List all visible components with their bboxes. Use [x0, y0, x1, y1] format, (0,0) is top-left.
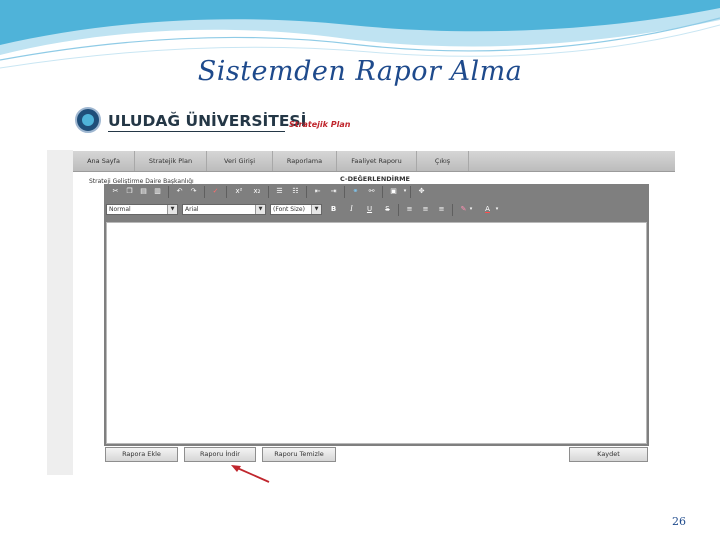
toolbar-separator [306, 186, 307, 198]
undo-icon[interactable]: ↶ [174, 186, 185, 197]
chevron-down-icon[interactable]: ▾ [468, 204, 474, 215]
strikethrough-button[interactable]: S [382, 204, 393, 215]
main-menu: Ana Sayfa Stratejik Plan Veri Girişi Rap… [73, 151, 675, 172]
toolbar-separator [168, 186, 169, 198]
toolbar-separator [410, 186, 411, 198]
underline-button[interactable]: U [364, 204, 375, 215]
rich-text-editor: ✂ ❐ ▤ ▥ ↶ ↷ ✓ x² x₂ ☰ ☷ ⇤ ⇥ ⚭ ⚯ ▣ ▾ ✥ No… [104, 184, 649, 446]
chevron-down-icon[interactable]: ▾ [494, 204, 500, 215]
font-select-value: Arial [185, 206, 199, 213]
app-subtitle: Stratejik Plan [289, 120, 351, 129]
image-icon[interactable]: ▣ [388, 186, 399, 197]
add-to-report-button[interactable]: Rapora Ekle [105, 447, 178, 462]
font-size-select-value: (Font Size) [273, 206, 305, 213]
paste-text-icon[interactable]: ▥ [152, 186, 163, 197]
unlink-icon[interactable]: ⚯ [366, 186, 377, 197]
align-right-icon[interactable]: ≡ [436, 204, 447, 215]
redo-icon[interactable]: ↷ [188, 186, 199, 197]
section-title: C-DEĞERLENDİRME [340, 175, 410, 183]
align-center-icon[interactable]: ≡ [420, 204, 431, 215]
link-icon[interactable]: ⚭ [350, 186, 361, 197]
page-number: 26 [672, 515, 686, 528]
font-size-select[interactable]: (Font Size) ▼ [270, 204, 322, 215]
cut-icon[interactable]: ✂ [110, 186, 121, 197]
toolbar-separator [204, 186, 205, 198]
slide-title: Sistemden Rapor Alma [197, 56, 523, 87]
menu-item-ana-sayfa[interactable]: Ana Sayfa [73, 151, 135, 171]
outdent-icon[interactable]: ⇤ [312, 186, 323, 197]
italic-button[interactable]: I [346, 204, 357, 215]
font-select[interactable]: Arial ▼ [182, 204, 266, 215]
unordered-list-icon[interactable]: ☷ [290, 186, 301, 197]
indent-icon[interactable]: ⇥ [328, 186, 339, 197]
format-select[interactable]: Normal ▼ [106, 204, 178, 215]
chevron-down-icon[interactable]: ▾ [402, 186, 408, 197]
toolbar-separator [344, 186, 345, 198]
save-button[interactable]: Kaydet [569, 447, 648, 462]
subscript-icon[interactable]: x₂ [250, 186, 264, 197]
format-select-value: Normal [109, 206, 131, 213]
toolbar-separator [398, 204, 399, 216]
download-report-button[interactable]: Raporu İndir [184, 447, 256, 462]
spellcheck-icon[interactable]: ✓ [210, 186, 221, 197]
university-seal-icon [75, 107, 101, 133]
brand-underline [108, 131, 285, 132]
editor-content-area[interactable] [106, 222, 647, 444]
chevron-down-icon: ▼ [167, 205, 177, 214]
app-screenshot: ULUDAĞ ÜNİVERSİTESİ Stratejik Plan Ana S… [47, 103, 675, 475]
university-name: ULUDAĞ ÜNİVERSİTESİ [108, 112, 307, 130]
copy-icon[interactable]: ❐ [124, 186, 135, 197]
ordered-list-icon[interactable]: ☰ [274, 186, 285, 197]
superscript-icon[interactable]: x² [232, 186, 246, 197]
chevron-down-icon: ▼ [255, 205, 265, 214]
menu-item-veri-girisi[interactable]: Veri Girişi [207, 151, 273, 171]
left-margin [47, 150, 73, 475]
paste-icon[interactable]: ▤ [138, 186, 149, 197]
chevron-down-icon: ▼ [311, 205, 321, 214]
toolbar-separator [226, 186, 227, 198]
font-color-icon[interactable]: A [482, 204, 493, 215]
source-icon[interactable]: ✥ [416, 186, 427, 197]
menu-item-cikis[interactable]: Çıkış [417, 151, 469, 171]
toolbar-separator [382, 186, 383, 198]
toolbar-separator [452, 204, 453, 216]
clear-report-button[interactable]: Raporu Temizle [262, 447, 336, 462]
menu-item-stratejik-plan[interactable]: Stratejik Plan [135, 151, 207, 171]
menu-item-faaliyet-raporu[interactable]: Faaliyet Raporu [337, 151, 417, 171]
bold-button[interactable]: B [328, 204, 339, 215]
menu-item-raporlama[interactable]: Raporlama [273, 151, 337, 171]
pointer-arrow-icon [231, 465, 270, 483]
toolbar-separator [268, 186, 269, 198]
align-left-icon[interactable]: ≡ [404, 204, 415, 215]
